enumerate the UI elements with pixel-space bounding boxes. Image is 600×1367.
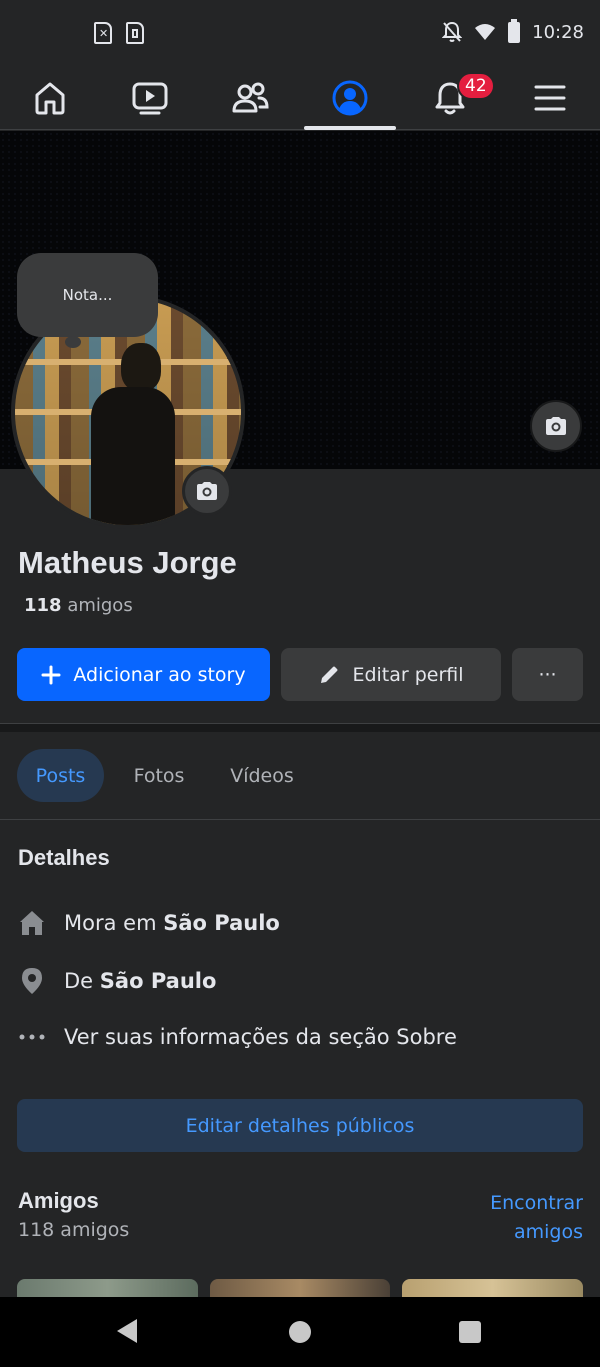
nav-notifications[interactable]: 42 xyxy=(404,66,496,130)
nav-menu[interactable] xyxy=(504,66,596,130)
section-divider xyxy=(0,723,600,732)
friends-icon xyxy=(232,82,269,113)
system-navigation-bar xyxy=(0,1297,600,1367)
video-icon xyxy=(132,82,168,115)
edit-profile-button[interactable]: Editar perfil xyxy=(281,648,501,701)
camera-icon xyxy=(197,482,217,500)
profile-name: Matheus Jorge xyxy=(18,545,237,580)
edit-profile-label: Editar perfil xyxy=(352,663,464,686)
location-pin-icon xyxy=(18,967,46,995)
wifi-icon xyxy=(475,24,496,40)
detail-lives-in: Mora em São Paulo xyxy=(18,909,280,937)
battery-icon xyxy=(508,18,521,43)
find-friends-link[interactable]: Encontrar amigos xyxy=(463,1189,583,1247)
plus-icon xyxy=(41,665,61,684)
nav-watch[interactable] xyxy=(104,66,196,130)
add-to-story-button[interactable]: Adicionar ao story xyxy=(17,648,270,701)
top-navigation: 42 xyxy=(0,66,600,130)
friends-section-title: Amigos xyxy=(18,1188,99,1213)
friends-thumbnails xyxy=(17,1279,584,1297)
notifications-muted-icon xyxy=(442,21,463,42)
tab-posts[interactable]: Posts xyxy=(17,749,104,802)
friends-count-number: 118 xyxy=(24,595,62,616)
friends-count-label: amigos xyxy=(67,595,133,616)
note-bubble-tail xyxy=(65,336,81,348)
detail-from-prefix: De xyxy=(64,969,94,993)
nav-friends[interactable] xyxy=(204,66,296,130)
detail-about-link[interactable]: Ver suas informações da seção Sobre xyxy=(18,1023,457,1051)
menu-icon xyxy=(534,85,566,111)
status-bar: ✕ 10:28 xyxy=(0,0,600,66)
friends-count[interactable]: 118 amigos xyxy=(24,595,133,616)
tab-photos[interactable]: Fotos xyxy=(118,749,200,802)
more-options-button[interactable]: ··· xyxy=(512,648,583,701)
note-text: Nota... xyxy=(62,286,113,304)
profile-icon xyxy=(332,80,368,116)
ellipsis-icon xyxy=(18,1023,46,1051)
detail-about-link-text: Ver suas informações da seção Sobre xyxy=(64,1025,457,1049)
tabs-divider xyxy=(0,819,600,820)
details-title: Detalhes xyxy=(18,845,110,870)
detail-from-text: De São Paulo xyxy=(64,969,216,993)
friend-thumbnail[interactable] xyxy=(402,1279,584,1297)
detail-from-city: São Paulo xyxy=(99,969,217,993)
nav-profile[interactable] xyxy=(304,66,396,130)
sim-x-icon: ✕ xyxy=(94,22,112,44)
sim-icon xyxy=(126,22,144,44)
detail-lives-in-text: Mora em São Paulo xyxy=(64,911,280,935)
detail-lives-in-city: São Paulo xyxy=(163,911,280,935)
edit-public-details-button[interactable]: Editar detalhes públicos xyxy=(17,1099,583,1152)
edit-profile-picture-button[interactable] xyxy=(182,466,232,516)
nav-home[interactable] xyxy=(4,66,96,130)
more-icon: ··· xyxy=(538,663,557,686)
back-icon[interactable] xyxy=(117,1319,137,1343)
friend-thumbnail[interactable] xyxy=(17,1279,198,1297)
notification-badge: 42 xyxy=(457,72,495,100)
friend-thumbnail[interactable] xyxy=(209,1279,391,1297)
house-icon xyxy=(18,909,46,937)
status-right-icons: 10:28 xyxy=(442,18,584,43)
edit-cover-button[interactable] xyxy=(530,400,582,452)
status-left-icons: ✕ xyxy=(94,22,144,44)
friends-section-count: 118 amigos xyxy=(18,1219,130,1241)
add-to-story-label: Adicionar ao story xyxy=(73,663,246,686)
note-bubble[interactable]: Nota... xyxy=(17,253,158,337)
detail-lives-in-prefix: Mora em xyxy=(64,911,157,935)
camera-icon xyxy=(546,417,566,435)
avatar-person-head xyxy=(121,343,161,391)
detail-from: De São Paulo xyxy=(18,967,216,995)
pencil-icon xyxy=(321,666,338,683)
clock: 10:28 xyxy=(532,21,584,43)
tab-videos[interactable]: Vídeos xyxy=(218,749,306,802)
home-circle-icon[interactable] xyxy=(289,1321,311,1343)
recent-apps-icon[interactable] xyxy=(459,1321,481,1343)
home-icon xyxy=(35,82,65,115)
avatar-person-body xyxy=(91,387,175,525)
edit-public-details-label: Editar detalhes públicos xyxy=(185,1114,415,1137)
